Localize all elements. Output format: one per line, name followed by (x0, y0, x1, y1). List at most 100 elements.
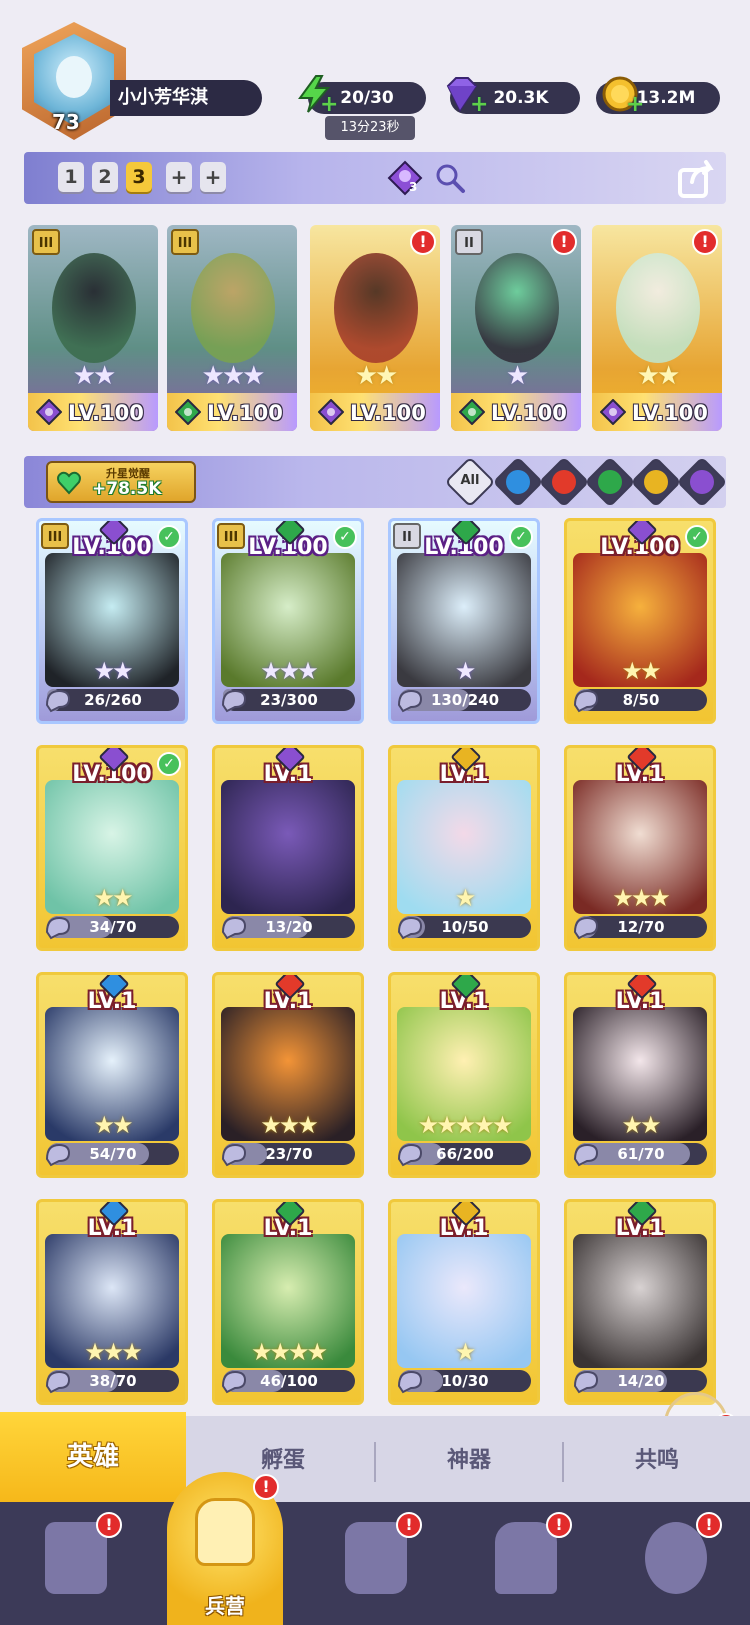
awaken-button[interactable]: 升星觉醒 +78.5K (46, 461, 196, 503)
hero-card[interactable]: LV.1 ★★★★ 46/100 (212, 1199, 364, 1405)
shard-progress-bar: 10/30 (397, 1370, 531, 1394)
element-nature-icon (458, 398, 486, 426)
nav-map[interactable]: ! (320, 1512, 430, 1614)
nav-shop[interactable]: ! (620, 1512, 730, 1614)
shard-progress-bar: 8/50 (573, 689, 707, 713)
energy-timer: 13分23秒 (325, 116, 415, 140)
shard-icon (43, 1139, 73, 1169)
hero-stars: ★★★★★ (417, 1111, 514, 1139)
tab-resonance[interactable]: 共鸣 (564, 1416, 750, 1502)
team-slot-3[interactable]: 3 (126, 162, 152, 192)
filter-fire-icon[interactable] (538, 456, 590, 508)
shard-progress-bar: 14/20 (573, 1370, 707, 1394)
check-icon: ✓ (685, 525, 709, 549)
alert-dot: ! (551, 229, 577, 255)
tab-heroes[interactable]: 英雄 (0, 1412, 186, 1502)
hero-card[interactable]: LV.100 ✓ III ★★ 26/260 (36, 518, 188, 724)
hero-card[interactable]: LV.100 ✓ II ★ 130/240 (388, 518, 540, 724)
hero-stars: ★★★ (612, 884, 671, 912)
check-icon: ✓ (157, 525, 181, 549)
nav-barracks[interactable]: ! 兵营 (167, 1472, 283, 1625)
potion-icon[interactable]: 3 (387, 160, 423, 196)
team-hero-card[interactable]: ★ LV.100 II ! (451, 225, 581, 431)
hero-card[interactable]: LV.1 ★★ 61/70 (564, 972, 716, 1178)
hero-card[interactable]: LV.100 ✓ ★★ 34/70 (36, 745, 188, 951)
hero-portrait (573, 1234, 707, 1368)
hero-card[interactable]: LV.100 ✓ III ★★★ 23/300 (212, 518, 364, 724)
element-dark-icon (599, 398, 627, 426)
hero-card[interactable]: LV.1 14/20 (564, 1199, 716, 1405)
hero-card[interactable]: LV.1 ★ 10/30 (388, 1199, 540, 1405)
team-slot-2[interactable]: 2 (92, 162, 118, 192)
coin-plus-icon[interactable]: + (626, 92, 644, 117)
hero-stars: ★★ (93, 884, 133, 912)
hero-stars: ★ (454, 884, 477, 912)
filter-water-gem (506, 470, 530, 494)
shard-progress-bar: 38/70 (45, 1370, 179, 1394)
filter-dark-icon[interactable] (676, 456, 728, 508)
hero-stars: ★★ (354, 361, 399, 391)
team-hero-card[interactable]: ★★★ LV.100 III (167, 225, 297, 431)
tab-artifact[interactable]: 神器 (376, 1416, 562, 1502)
team-hero-card[interactable]: ★★ LV.100 ! (592, 225, 722, 431)
shard-icon (395, 912, 425, 942)
hero-stars: ★ (505, 361, 529, 391)
search-icon[interactable] (434, 162, 466, 194)
hero-card[interactable]: LV.1 ★★★★★ 66/200 (388, 972, 540, 1178)
collection-tabs: 英雄 孵蛋 神器 共鸣 (0, 1412, 750, 1502)
shard-progress-bar: 23/70 (221, 1143, 355, 1167)
nav-alert-dot: ! (396, 1512, 422, 1538)
hero-card[interactable]: LV.100 ✓ ★★ 8/50 (564, 518, 716, 724)
shard-icon (219, 685, 249, 715)
potion-count: 3 (409, 180, 418, 194)
team-slot-add-2[interactable]: + (200, 162, 226, 192)
hero-card[interactable]: LV.1 ★★ 54/70 (36, 972, 188, 1178)
team-preset-bar: 1 2 3 + + 3 (24, 152, 726, 204)
shard-progress-bar: 23/300 (221, 689, 355, 713)
hero-card[interactable]: LV.1 ★★★ 38/70 (36, 1199, 188, 1405)
element-dark-icon (35, 398, 63, 426)
hero-portrait (616, 253, 700, 363)
player-name[interactable]: 小小芳华淇 (110, 80, 262, 116)
alert-dot: ! (692, 229, 718, 255)
nav-castle[interactable]: ! (470, 1512, 580, 1614)
hero-level: LV.100 (491, 401, 567, 425)
hero-stars: ★ (454, 657, 477, 685)
rank-badge: III (41, 523, 69, 549)
shard-icon (219, 912, 249, 942)
hero-stars: ★★ (93, 1111, 133, 1139)
team-slot-add-1[interactable]: + (166, 162, 192, 192)
shard-icon (395, 1366, 425, 1396)
hero-card[interactable]: LV.1 ★★★ 23/70 (212, 972, 364, 1178)
filter-nature-icon[interactable] (584, 456, 636, 508)
shard-icon (43, 1366, 73, 1396)
awaken-value: +78.5K (92, 479, 162, 499)
hero-stars: ★★★★ (250, 1338, 328, 1366)
shard-progress-bar: 12/70 (573, 916, 707, 940)
gem-plus-icon[interactable]: + (470, 92, 488, 117)
helmet-icon (195, 1498, 255, 1566)
element-dark-icon (317, 398, 345, 426)
shard-icon (571, 685, 601, 715)
shard-progress-bar: 130/240 (397, 689, 531, 713)
rank-badge: II (455, 229, 483, 255)
hero-card[interactable]: LV.1 13/20 (212, 745, 364, 951)
check-icon: ✓ (509, 525, 533, 549)
team-hero-card[interactable]: ★★ LV.100 ! (310, 225, 440, 431)
shard-progress-bar: 61/70 (573, 1143, 707, 1167)
filter-light-icon[interactable] (630, 456, 682, 508)
hero-card[interactable]: LV.1 ★ 10/50 (388, 745, 540, 951)
share-icon[interactable] (676, 158, 718, 200)
nav-cards[interactable]: ! (20, 1512, 130, 1614)
hero-level: LV.100 (68, 401, 144, 425)
nav-alert-dot: ! (96, 1512, 122, 1538)
avatar-face (56, 56, 92, 98)
top-bar: 73 小小芳华淇 20/30 + 13分23秒 20.3K + 13.2M + (0, 0, 750, 150)
filter-water-icon[interactable] (492, 456, 544, 508)
energy-value: 20/30 (340, 88, 394, 108)
hero-card[interactable]: LV.1 ★★★ 12/70 (564, 745, 716, 951)
team-slot-1[interactable]: 1 (58, 162, 84, 192)
hero-stars: ★★ (621, 657, 661, 685)
energy-plus-icon[interactable]: + (320, 92, 338, 117)
team-hero-card[interactable]: ★★ LV.100 III (28, 225, 158, 431)
